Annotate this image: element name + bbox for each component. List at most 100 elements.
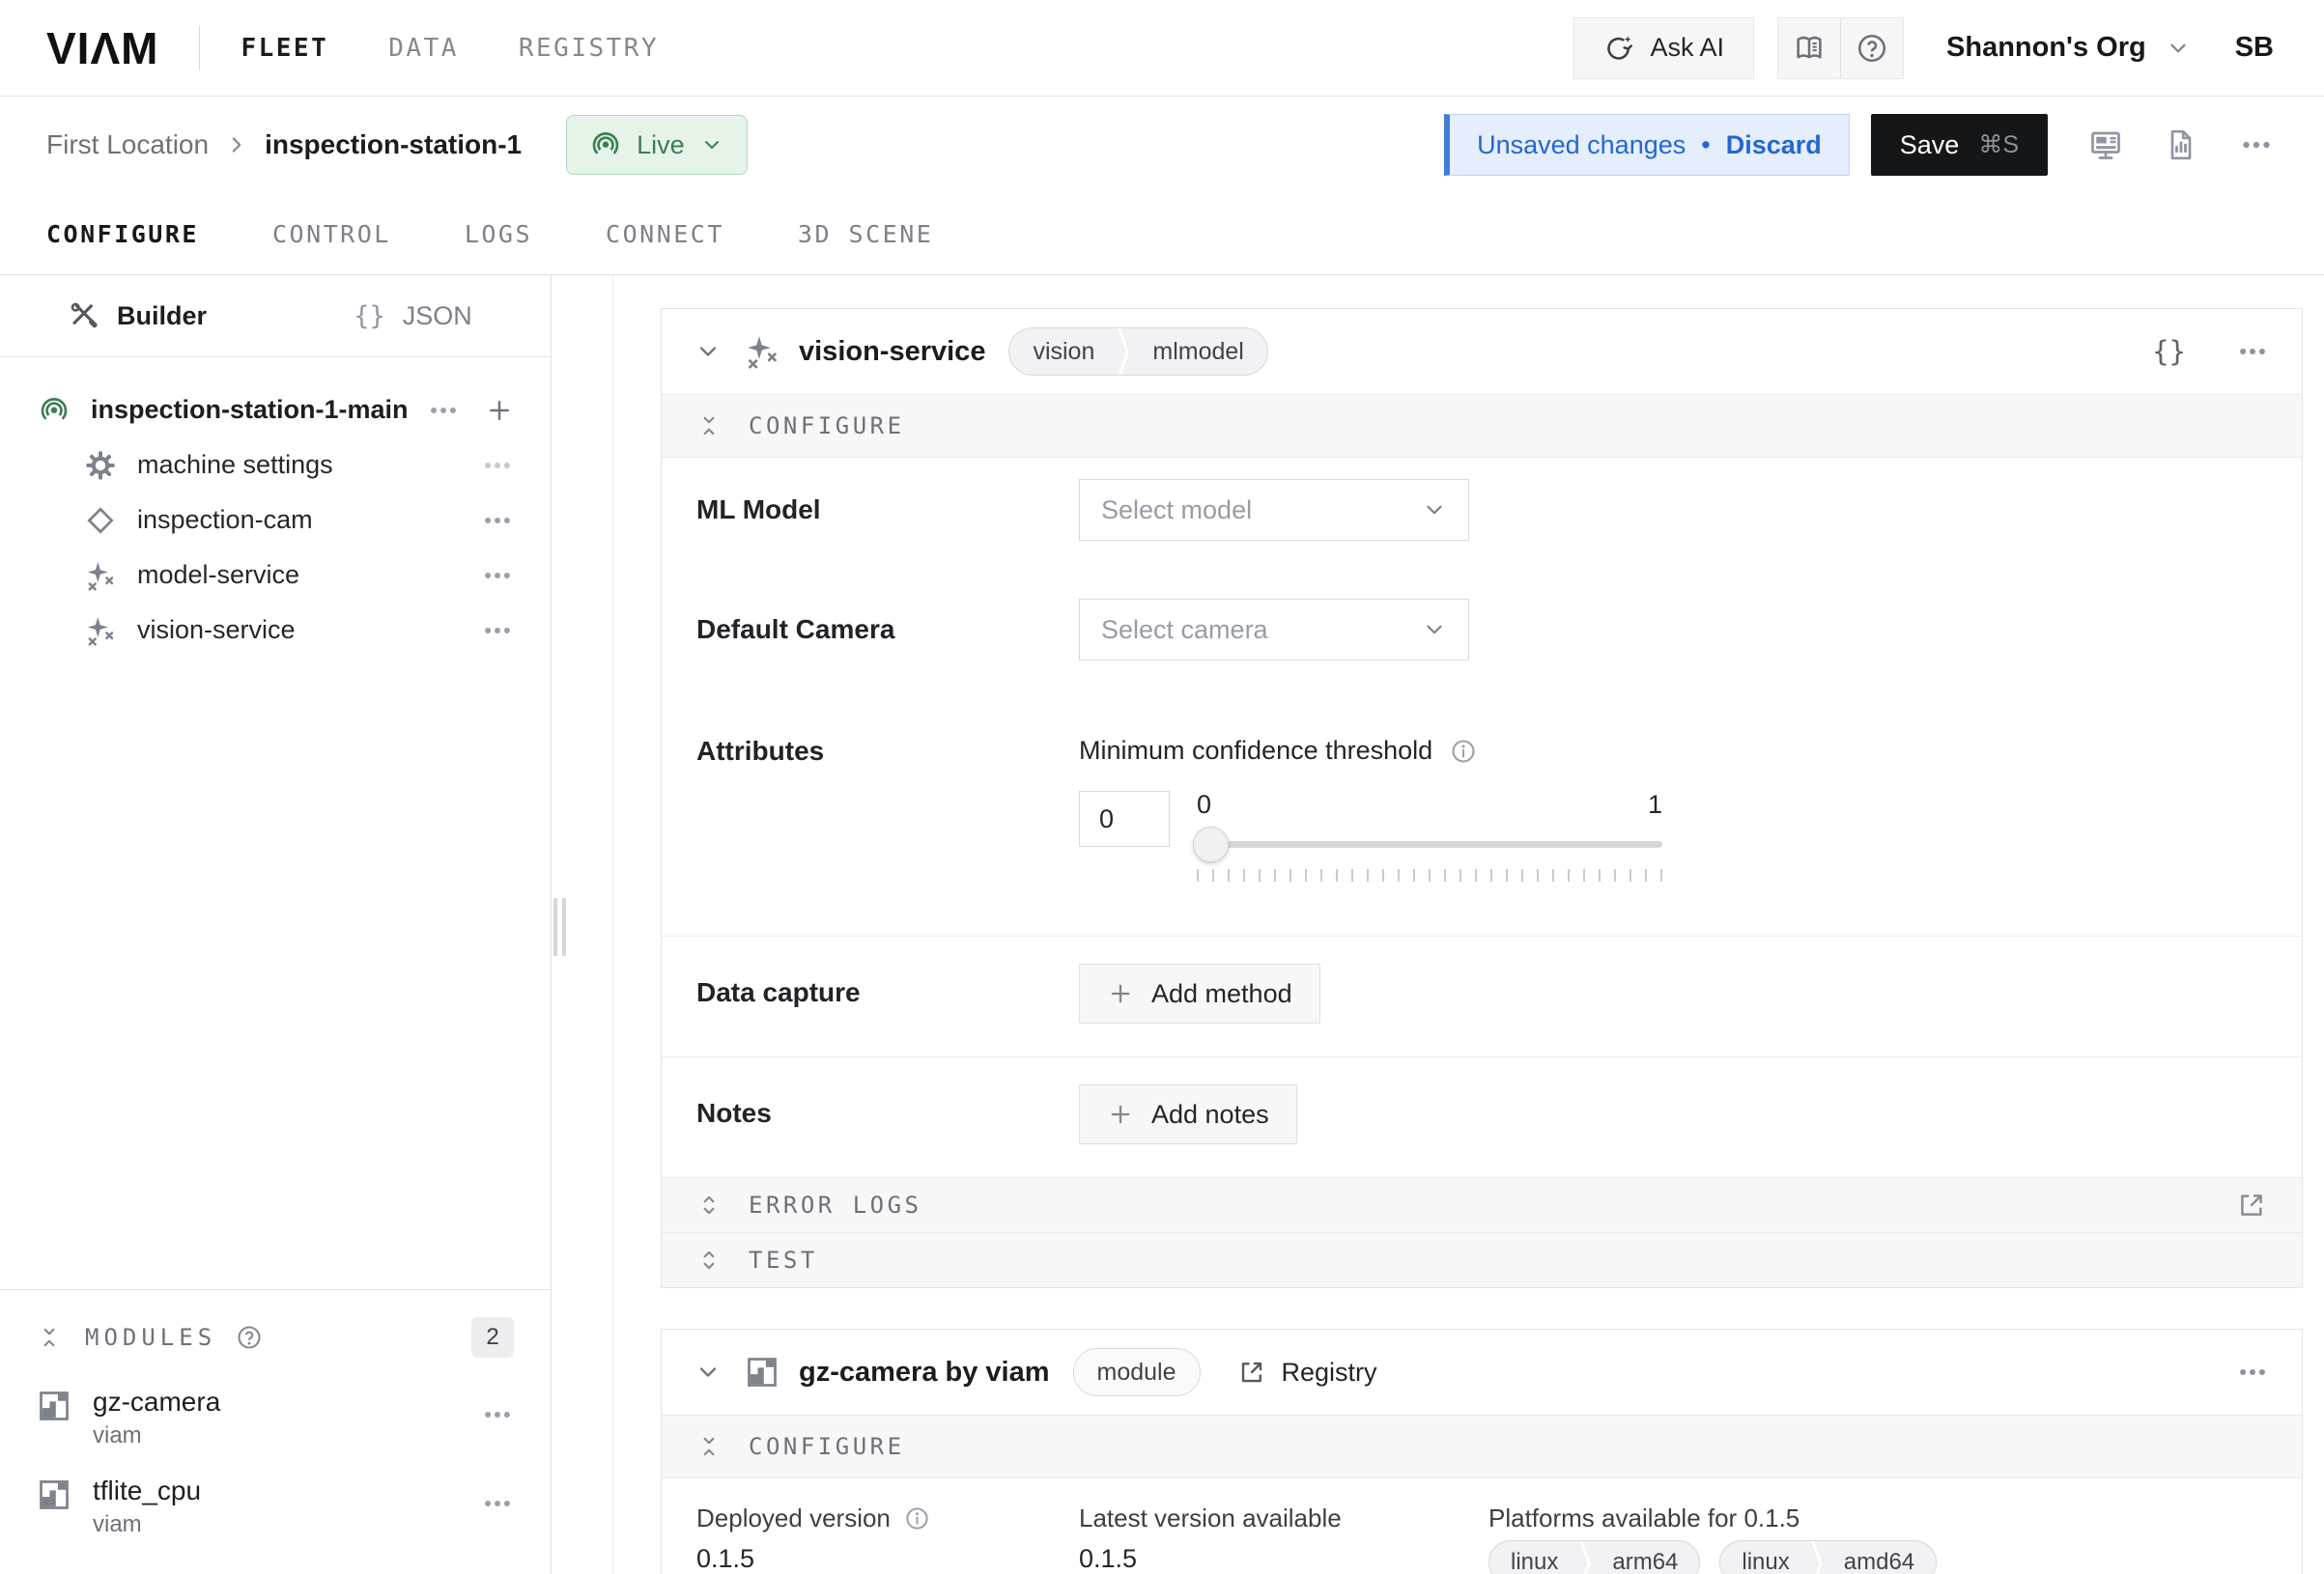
expand-vertical-icon (696, 1248, 722, 1273)
nav-registry[interactable]: REGISTRY (519, 34, 659, 63)
builder-label: Builder (117, 301, 207, 331)
plus-icon (485, 396, 514, 425)
tab-configure[interactable]: CONFIGURE (46, 220, 199, 248)
module-menu-button[interactable] (481, 1487, 514, 1520)
threshold-controls: 0 1 (1079, 791, 1662, 882)
tree-item-inspection-cam[interactable]: inspection-cam (0, 492, 551, 548)
tree-item-label: inspection-cam (137, 505, 313, 535)
question-circle-icon (236, 1324, 263, 1351)
expand-section-button[interactable] (696, 1248, 722, 1273)
test-bar[interactable]: TEST (662, 1232, 2302, 1287)
ellipsis-icon (481, 504, 514, 537)
threshold-input[interactable] (1079, 791, 1170, 847)
tab-connect[interactable]: CONNECT (606, 220, 724, 248)
module-menu-button[interactable] (481, 1398, 514, 1431)
book-icon (1793, 32, 1826, 65)
tree-item-main-part[interactable]: inspection-station-1-main (0, 382, 551, 437)
help-button[interactable] (1841, 18, 1903, 78)
broadcast-icon (590, 129, 621, 160)
docs-button[interactable] (1778, 18, 1840, 78)
save-button[interactable]: Save ⌘S (1871, 114, 2048, 176)
tag-segment: vision (1009, 328, 1118, 375)
part-menu-button[interactable] (427, 394, 460, 427)
collapse-vertical-icon (37, 1325, 62, 1350)
select-placeholder: Select model (1101, 495, 1252, 525)
item-menu-button[interactable] (481, 504, 514, 537)
ml-model-select[interactable]: Select model (1079, 479, 1469, 541)
ml-model-row: ML Model Select model (662, 458, 2302, 577)
tree-item-model-service[interactable]: model-service (0, 548, 551, 603)
user-avatar[interactable]: SB (2235, 32, 2274, 64)
slider-max-label: 1 (1648, 791, 1662, 818)
registry-link[interactable]: Registry (1237, 1358, 1377, 1388)
machine-dashboard-button[interactable] (2088, 127, 2123, 162)
tree-item-machine-settings[interactable]: machine settings (0, 437, 551, 492)
item-menu-button[interactable] (481, 449, 514, 482)
collapse-section-button[interactable] (696, 413, 722, 438)
module-item-gz-camera[interactable]: gz-camera viam (37, 1387, 514, 1448)
machine-status-badge[interactable]: Live (566, 115, 748, 175)
sidebar-resize-handle[interactable] (551, 897, 566, 957)
ask-ai-button[interactable]: Ask AI (1573, 17, 1754, 79)
view-json-button[interactable]: {} (2152, 335, 2186, 368)
item-menu-button[interactable] (481, 614, 514, 647)
nav-data[interactable]: DATA (388, 34, 459, 63)
nav-fleet[interactable]: FLEET (241, 34, 328, 63)
plus-icon (1107, 1101, 1134, 1128)
info-icon[interactable] (1450, 738, 1477, 765)
threshold-slider: 0 1 (1197, 791, 1662, 882)
report-button[interactable] (2164, 127, 2198, 162)
discard-button[interactable]: Discard (1726, 130, 1822, 160)
error-logs-bar[interactable]: ERROR LOGS (662, 1177, 2302, 1232)
collapse-card-button[interactable] (694, 1359, 722, 1386)
collapse-section-button[interactable] (696, 1434, 722, 1459)
add-component-button[interactable] (485, 396, 514, 425)
module-item-tflite-cpu[interactable]: tflite_cpu viam (37, 1476, 514, 1537)
help-button-group (1777, 17, 1904, 79)
deployed-version-label-row: Deployed version (696, 1504, 1079, 1532)
tag-divider (1118, 328, 1129, 376)
viam-app-window: VIΛM FLEET DATA REGISTRY Ask AI Sha (0, 0, 2324, 1574)
save-controls: Unsaved changes • Discard Save ⌘S (1444, 114, 2274, 176)
slider-track[interactable] (1197, 826, 1662, 864)
attributes-field: Minimum confidence threshold 0 1 (1079, 736, 1662, 882)
card-menu-button[interactable] (2236, 1356, 2269, 1389)
expand-section-button[interactable] (696, 1193, 722, 1218)
service-sparkle-icon (85, 615, 116, 646)
tab-3d-scene[interactable]: 3D SCENE (798, 220, 933, 248)
plus-icon (1107, 980, 1134, 1007)
save-shortcut: ⌘S (1978, 130, 2019, 159)
add-notes-button[interactable]: Add notes (1079, 1084, 1297, 1144)
info-icon[interactable] (904, 1505, 930, 1532)
service-sparkle-icon (745, 334, 779, 369)
card-menu-button[interactable] (2236, 335, 2269, 368)
collapse-card-button[interactable] (694, 338, 722, 365)
default-camera-select[interactable]: Select camera (1079, 599, 1469, 661)
configure-section-bar[interactable]: CONFIGURE (662, 394, 2302, 458)
modules-count-badge: 2 (471, 1317, 514, 1358)
tree-item-vision-service[interactable]: vision-service (0, 603, 551, 658)
attributes-row: Attributes Minimum confidence threshold … (662, 697, 2302, 936)
field-label: Notes (696, 1084, 1079, 1129)
tag-divider (1811, 1541, 1823, 1574)
open-logs-button[interactable] (2236, 1190, 2267, 1221)
builder-toggle[interactable]: Builder (0, 275, 275, 356)
vision-card-header: vision-service vision mlmodel {} (662, 309, 2302, 394)
tab-logs[interactable]: LOGS (465, 220, 532, 248)
breadcrumb-location[interactable]: First Location (46, 129, 209, 160)
item-menu-button[interactable] (481, 559, 514, 592)
modules-help-button[interactable] (236, 1324, 263, 1351)
collapse-modules-button[interactable] (37, 1325, 62, 1350)
slider-handle[interactable] (1193, 827, 1229, 862)
viam-logo[interactable]: VIΛM (46, 22, 158, 74)
more-menu-button[interactable] (2239, 127, 2274, 162)
card-header-actions: {} (2152, 335, 2269, 368)
module-org: viam (93, 1512, 201, 1537)
org-switcher[interactable]: Shannon's Org (1946, 32, 2191, 64)
json-toggle[interactable]: {} JSON (275, 275, 551, 356)
configure-section-bar[interactable]: CONFIGURE (662, 1415, 2302, 1478)
tab-control[interactable]: CONTROL (272, 220, 391, 248)
add-method-button[interactable]: Add method (1079, 964, 1320, 1024)
modules-panel: MODULES 2 gz-camera viam (0, 1289, 551, 1574)
chevron-down-icon (700, 133, 723, 156)
